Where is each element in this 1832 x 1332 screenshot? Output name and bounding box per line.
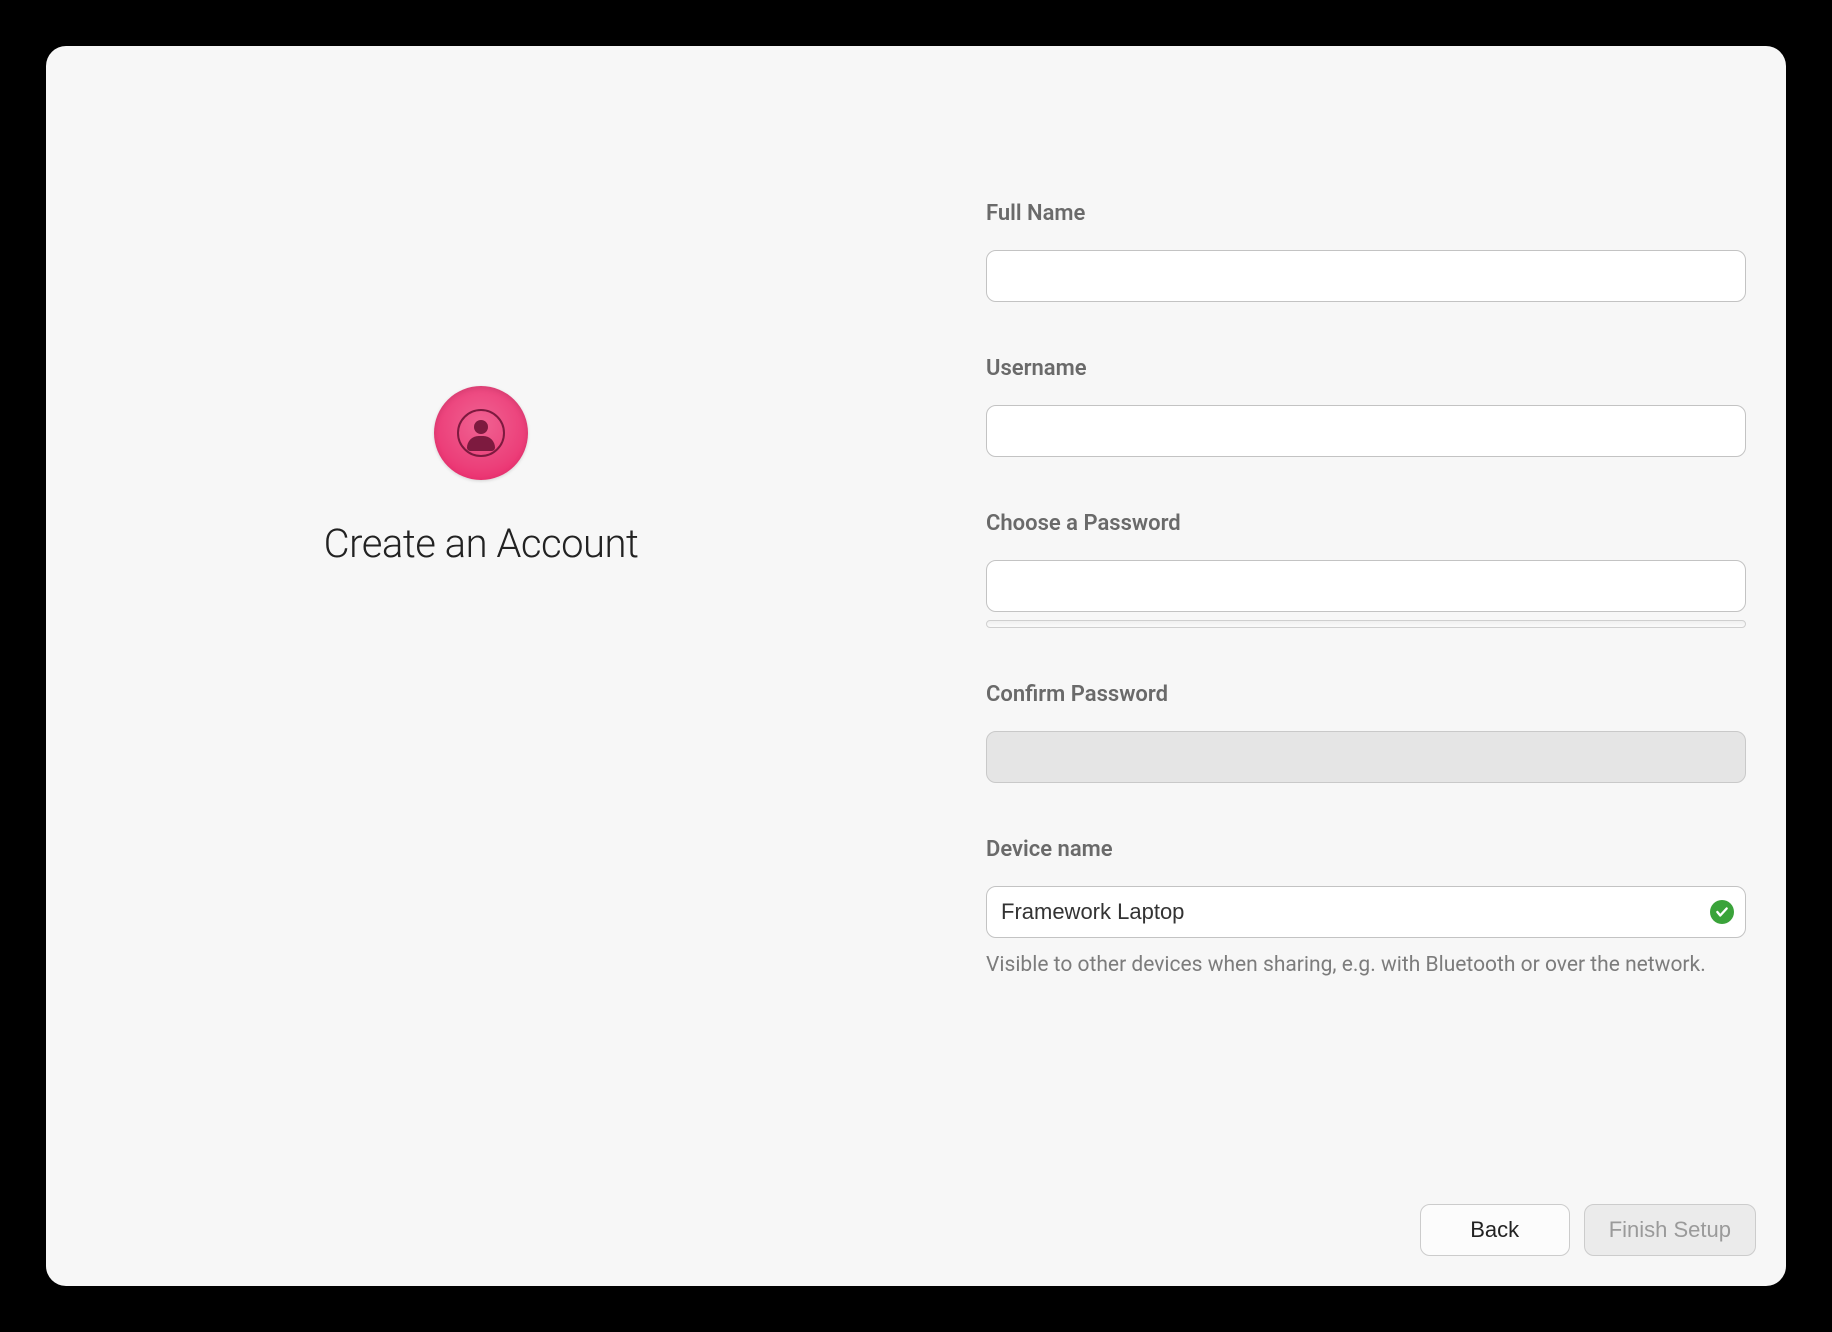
account-avatar-icon <box>434 386 528 480</box>
form-panel: Full Name Username Choose a Password Con… <box>916 46 1786 1286</box>
device-name-input[interactable] <box>986 886 1746 938</box>
button-bar: Back Finish Setup <box>1420 1204 1756 1256</box>
full-name-input[interactable] <box>986 250 1746 302</box>
device-name-help: Visible to other devices when sharing, e… <box>986 950 1746 980</box>
confirm-password-input <box>986 731 1746 783</box>
confirm-password-label: Confirm Password <box>986 682 1746 707</box>
setup-window: Create an Account Full Name Username Cho… <box>46 46 1786 1286</box>
password-label: Choose a Password <box>986 511 1746 536</box>
person-icon <box>457 409 505 457</box>
back-button[interactable]: Back <box>1420 1204 1570 1256</box>
password-input[interactable] <box>986 560 1746 612</box>
username-input[interactable] <box>986 405 1746 457</box>
checkmark-icon <box>1710 900 1734 924</box>
device-name-label: Device name <box>986 837 1746 862</box>
finish-setup-button: Finish Setup <box>1584 1204 1756 1256</box>
confirm-password-group: Confirm Password <box>986 682 1746 783</box>
username-label: Username <box>986 356 1746 381</box>
device-name-input-wrap <box>986 886 1746 938</box>
full-name-label: Full Name <box>986 201 1746 226</box>
password-group: Choose a Password <box>986 511 1746 628</box>
password-strength-meter <box>986 620 1746 628</box>
left-panel: Create an Account <box>46 46 916 1286</box>
page-title: Create an Account <box>324 520 639 567</box>
device-name-group: Device name Visible to other devices whe… <box>986 837 1746 980</box>
username-group: Username <box>986 356 1746 457</box>
full-name-group: Full Name <box>986 201 1746 302</box>
